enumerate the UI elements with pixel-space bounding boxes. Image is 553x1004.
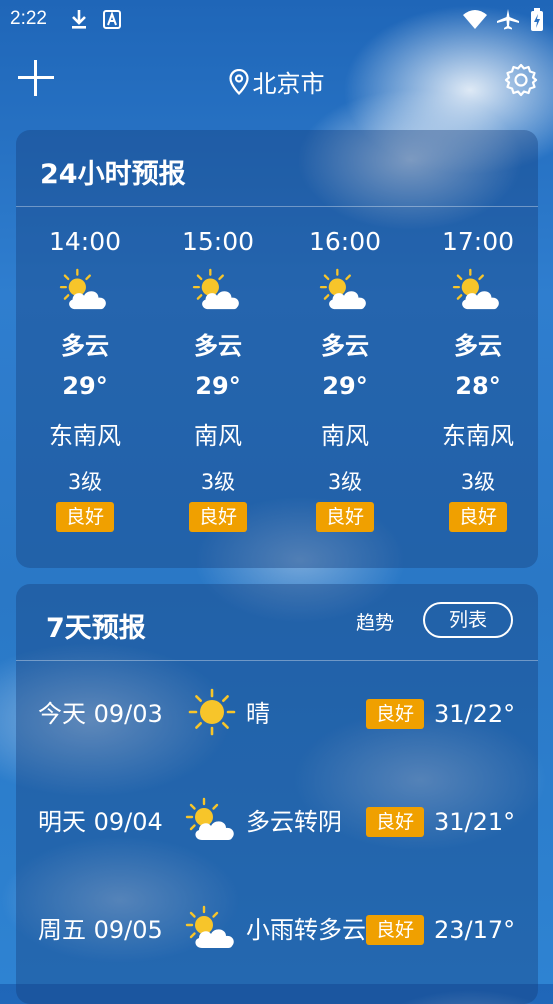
partly-cloudy-icon	[184, 904, 240, 956]
hour-wind-level: 3级	[67, 470, 103, 494]
settings-button[interactable]	[503, 62, 539, 98]
day-label: 明天 09/04	[38, 808, 163, 836]
aqi-badge: 良好	[315, 502, 374, 532]
hour-wind: 南风	[321, 422, 369, 450]
battery-icon	[530, 8, 544, 36]
hour-temp: 28°	[455, 372, 501, 400]
hourly-item: 17:00 多云 28° 东南风 3级良好	[423, 222, 533, 536]
hour-time: 15:00	[181, 227, 255, 256]
hourly-forecast-card: 24小时预报 14:00 多云 29° 东南风 3级良好 15:00 多云 29° 南风 3级良好…	[16, 130, 538, 568]
download-icon	[70, 8, 88, 34]
aqi-badge: 良好	[448, 502, 507, 532]
city-selector[interactable]: 北京市	[0, 64, 553, 99]
hourly-item: 15:00 多云 29° 南风 3级良好	[163, 222, 273, 536]
hour-temp: 29°	[195, 372, 241, 400]
status-time: 2:22	[10, 8, 47, 29]
daily-row[interactable]: 明天 09/04 多云转阴 良好 31/21°	[16, 772, 538, 872]
day-weather: 小雨转多云	[246, 916, 366, 944]
divider	[16, 660, 538, 661]
aqi-badge: 良好	[366, 915, 425, 945]
hour-weather: 多云	[321, 332, 369, 360]
hour-temp: 29°	[62, 372, 108, 400]
partly-cloudy-icon	[30, 262, 140, 318]
hour-wind-level: 3级	[460, 470, 496, 494]
wifi-icon	[462, 8, 488, 34]
airplane-icon	[496, 8, 520, 34]
day-label: 周五 09/05	[38, 916, 163, 944]
app-header: 北京市	[0, 50, 553, 110]
aqi-badge: 良好	[55, 502, 114, 532]
daily-forecast-card: 7天预报 趋势 列表 今天 09/03 晴良好 31/22° 明天 09/04 多云转阴…	[16, 584, 538, 1004]
partly-cloudy-icon	[290, 262, 400, 318]
hour-time: 16:00	[308, 227, 382, 256]
sun-icon	[184, 688, 240, 740]
daily-row[interactable]: 今天 09/03 晴 良好 31/22°	[16, 664, 538, 764]
hourly-item: 16:00 多云 29° 南风 3级良好	[290, 222, 400, 536]
day-temp-range: 31/21°	[434, 808, 516, 836]
hour-wind: 南风	[194, 422, 242, 450]
day-weather: 晴	[246, 700, 270, 728]
location-pin-icon	[228, 68, 249, 96]
partly-cloudy-icon	[163, 262, 273, 318]
partly-cloudy-icon	[184, 796, 240, 848]
hour-weather: 多云	[454, 332, 502, 360]
day-temp-range: 31/22°	[434, 700, 516, 728]
hour-time: 14:00	[48, 227, 122, 256]
hour-wind-level: 3级	[200, 470, 236, 494]
aqi-badge: 良好	[188, 502, 247, 532]
daily-title: 7天预报	[46, 613, 146, 644]
hour-wind-level: 3级	[327, 470, 363, 494]
hour-time: 17:00	[441, 227, 515, 256]
hourly-title: 24小时预报	[40, 159, 186, 190]
partly-cloudy-icon	[423, 262, 533, 318]
gear-icon	[504, 63, 538, 97]
hourly-item: 14:00 多云 29° 东南风 3级良好	[30, 222, 140, 536]
day-temp-range: 23/17°	[434, 916, 516, 944]
divider	[16, 206, 538, 207]
aqi-badge: 良好	[366, 807, 425, 837]
a-icon	[103, 8, 121, 34]
hour-wind: 东南风	[442, 422, 514, 450]
hour-weather: 多云	[61, 332, 109, 360]
daily-row[interactable]: 周五 09/05 小雨转多云 良好 23/17°	[16, 880, 538, 980]
hour-weather: 多云	[194, 332, 242, 360]
aqi-badge: 良好	[366, 699, 425, 729]
city-name: 北京市	[252, 70, 325, 98]
trend-tab[interactable]: 趋势	[356, 608, 394, 635]
status-bar: 2:22	[0, 0, 553, 40]
day-weather: 多云转阴	[246, 808, 342, 836]
list-tab[interactable]: 列表	[423, 602, 513, 638]
hour-temp: 29°	[322, 372, 368, 400]
day-label: 今天 09/03	[38, 700, 163, 728]
hour-wind: 东南风	[49, 422, 121, 450]
